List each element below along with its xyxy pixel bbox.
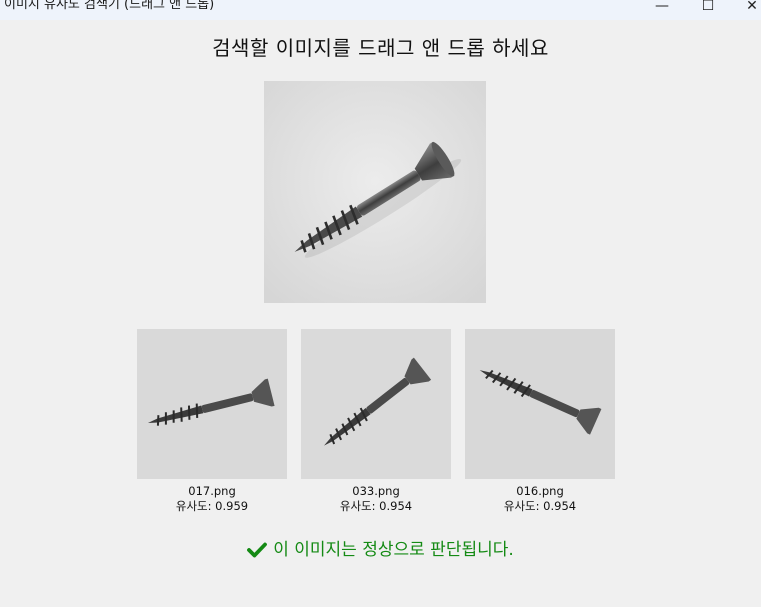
result-caption-2: 033.png 유사도: 0.954 bbox=[301, 484, 451, 514]
result-filename: 016.png bbox=[516, 484, 564, 498]
verdict-text: 이 이미지는 정상으로 판단됩니다. bbox=[273, 540, 514, 560]
result-filename: 033.png bbox=[352, 484, 400, 498]
result-similarity: 유사도: 0.954 bbox=[503, 499, 577, 513]
minimize-button[interactable]: — bbox=[642, 0, 682, 16]
screw-image bbox=[137, 329, 287, 479]
drop-instruction-heading: 검색할 이미지를 드래그 앤 드롭 하세요 bbox=[212, 36, 549, 60]
result-similarity: 유사도: 0.959 bbox=[175, 499, 249, 513]
title-bar: 이미지 유사도 검색기 (드래그 앤 드롭) — ☐ ✕ bbox=[0, 0, 761, 20]
result-caption-3: 016.png 유사도: 0.954 bbox=[465, 484, 615, 514]
screw-image bbox=[264, 81, 486, 303]
maximize-button[interactable]: ☐ bbox=[688, 0, 728, 16]
screw-image bbox=[301, 329, 451, 479]
checkmark-icon bbox=[247, 542, 268, 558]
query-image-drop-zone[interactable] bbox=[264, 81, 486, 303]
close-button[interactable]: ✕ bbox=[732, 0, 761, 16]
result-similarity: 유사도: 0.954 bbox=[339, 499, 413, 513]
result-image-2 bbox=[301, 329, 451, 479]
result-filename: 017.png bbox=[188, 484, 236, 498]
verdict-message: 이 이미지는 정상으로 판단됩니다. bbox=[0, 535, 761, 560]
result-caption-1: 017.png 유사도: 0.959 bbox=[137, 484, 287, 514]
result-image-1 bbox=[137, 329, 287, 479]
screw-image bbox=[465, 329, 615, 479]
window-title: 이미지 유사도 검색기 (드래그 앤 드롭) bbox=[4, 0, 215, 12]
result-image-3 bbox=[465, 329, 615, 479]
